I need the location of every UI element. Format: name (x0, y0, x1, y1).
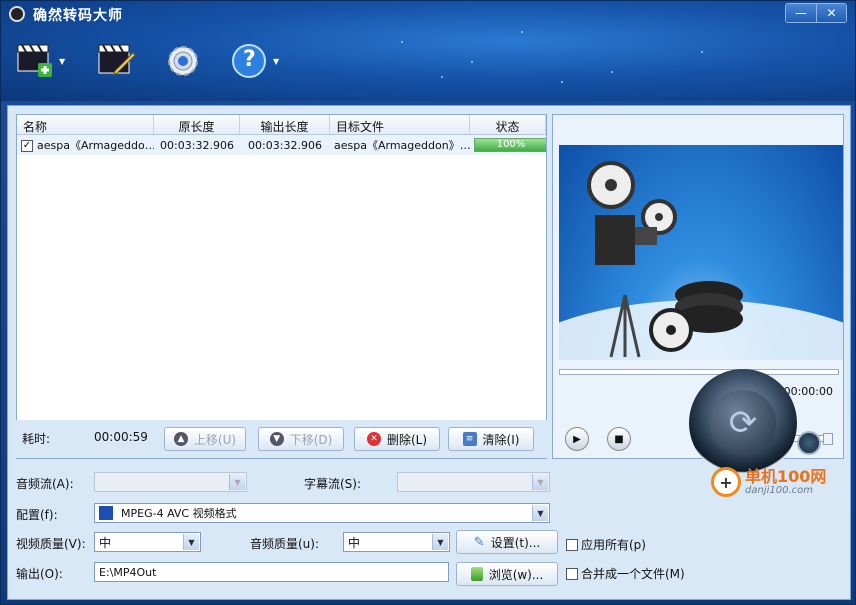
profile-value: MPEG-4 AVC 视频格式 (121, 507, 237, 520)
column-output-length[interactable]: 输出长度 (240, 115, 330, 134)
row-output-length: 00:03:32.906 (248, 138, 322, 152)
row-checkbox[interactable]: ✓ (21, 140, 33, 152)
folder-icon (470, 567, 483, 581)
film-add-icon (15, 41, 55, 81)
browse-button[interactable]: 浏览(w)... (456, 562, 558, 586)
merge-one-label: 合并成一个文件(M) (581, 567, 685, 581)
output-path-field[interactable]: E:\MP4Out (94, 562, 449, 582)
move-down-button[interactable]: ▼ 下移(D) (258, 427, 344, 451)
column-target-file[interactable]: 目标文件 (330, 115, 470, 134)
row-target: aespa《Armageddon》… (334, 139, 470, 152)
elapsed-value: 00:00:59 (94, 430, 148, 444)
wrench-icon: ✎ (473, 534, 485, 550)
help-glyph: ? (243, 47, 256, 72)
main-panel: 名称 原长度 输出长度 目标文件 状态 ✓ aespa《Armageddo… 00… (7, 105, 851, 600)
clear-button[interactable]: ≡ 清除(I) (448, 427, 534, 451)
row-source-length: 00:03:32.906 (160, 138, 234, 152)
subtitle-stream-select[interactable]: ▼ (397, 472, 550, 492)
video-quality-label: 视频质量(V): (16, 537, 86, 551)
watermark-url: danji100.com (745, 484, 813, 496)
chevron-up-icon: ▲ (173, 432, 188, 446)
audio-stream-select[interactable]: ▼ (94, 472, 247, 492)
clear-list-icon: ≡ (462, 432, 477, 446)
settings-button-label: 设置(t)... (490, 535, 541, 550)
merge-one-box[interactable] (566, 567, 578, 580)
chevron-down-icon: ▼ (183, 534, 199, 550)
status-progress-bar: 100% (474, 138, 546, 152)
apply-all-label: 应用所有(p) (581, 538, 646, 552)
move-up-label: 上移(U) (193, 432, 237, 447)
stop-button[interactable]: ■ (607, 427, 631, 451)
film-reel-logo-icon (9, 6, 25, 22)
edit-file-tool[interactable] (97, 41, 137, 81)
film-edit-icon (97, 41, 137, 81)
profile-select[interactable]: MPEG-4 AVC 视频格式 ▼ (94, 503, 550, 523)
play-icon: ▶ (573, 433, 581, 445)
chevron-down-icon[interactable]: ▼ (59, 57, 65, 66)
column-source-length[interactable]: 原长度 (154, 115, 240, 134)
output-path-value: E:\MP4Out (99, 565, 157, 579)
chevron-down-icon: ▼ (532, 505, 548, 521)
settings-tool[interactable] (163, 41, 203, 81)
column-name[interactable]: 名称 (17, 115, 154, 134)
delete-button[interactable]: ✕ 删除(L) (354, 427, 440, 451)
merge-one-checkbox[interactable]: 合并成一个文件(M) (566, 565, 685, 582)
volume-slider-handle[interactable] (823, 433, 833, 445)
film-format-icon (99, 506, 113, 520)
window-title: 确然转码大师 (33, 8, 123, 24)
subtitle-stream-label: 字幕流(S): (304, 477, 362, 491)
profile-label: 配置(f): (16, 508, 58, 522)
output-label: 输出(O): (16, 567, 63, 581)
title-toolbar-band: 确然转码大师 — ✕ ▼ ? ▼ (1, 1, 855, 101)
file-list-header: 名称 原长度 输出长度 目标文件 状态 (17, 115, 546, 135)
audio-quality-select[interactable]: 中 ▼ (343, 532, 450, 552)
list-footer: 耗时: 00:00:59 ▲ 上移(U) ▼ 下移(D) ✕ 删除(L) ≡ 清除(I) (16, 420, 547, 458)
browse-button-label: 浏览(w)... (488, 567, 544, 582)
settings-button[interactable]: ✎ 设置(t)... (456, 530, 558, 554)
seek-bar[interactable] (559, 369, 839, 375)
move-down-label: 下移(D) (289, 432, 333, 447)
audio-quality-value: 中 (348, 535, 361, 550)
app-window: 确然转码大师 — ✕ ▼ ? ▼ 名称 原长度 输出长度 目标文件 状态 ✓ a… (0, 0, 856, 605)
table-row[interactable]: ✓ aespa《Armageddo… 00:03:32.906 00:03:32.… (17, 135, 546, 155)
chevron-down-icon: ▼ (229, 474, 245, 490)
apply-all-box[interactable] (566, 538, 578, 551)
minimize-button[interactable]: — (786, 4, 816, 22)
apply-all-checkbox[interactable]: 应用所有(p) (566, 536, 646, 553)
clear-label: 清除(I) (482, 432, 520, 447)
row-name: aespa《Armageddo… (37, 139, 154, 152)
file-list: 名称 原长度 输出长度 目标文件 状态 ✓ aespa《Armageddo… 00… (16, 114, 547, 459)
stop-icon: ■ (614, 433, 624, 445)
stop-convert-button[interactable] (797, 431, 821, 455)
watermark: + 单机100网 danji100.com (711, 467, 826, 497)
move-up-button[interactable]: ▲ 上移(U) (164, 427, 246, 451)
refresh-icon: ⟳ (728, 403, 758, 443)
close-button[interactable]: ✕ (816, 4, 846, 22)
chevron-down-icon: ▼ (532, 474, 548, 490)
chevron-down-icon: ▼ (432, 534, 448, 550)
play-button[interactable]: ▶ (565, 427, 589, 451)
start-convert-button[interactable]: ⟳ (689, 369, 797, 477)
elapsed-label: 耗时: (22, 432, 51, 446)
window-controls: — ✕ (785, 3, 847, 23)
audio-quality-label: 音频质量(u): (250, 537, 320, 551)
delete-label: 删除(L) (386, 432, 428, 447)
chevron-down-icon[interactable]: ▼ (273, 57, 279, 66)
video-quality-select[interactable]: 中 ▼ (94, 532, 201, 552)
delete-icon: ✕ (366, 432, 381, 446)
help-icon: ? (229, 41, 269, 81)
audio-stream-label: 音频流(A): (16, 477, 74, 491)
watermark-brand: 单机100网 (745, 466, 827, 486)
video-quality-value: 中 (99, 535, 112, 550)
column-status[interactable]: 状态 (470, 115, 546, 134)
video-preview (559, 145, 843, 360)
help-tool[interactable]: ? ▼ (229, 41, 279, 81)
gear-icon (163, 41, 203, 81)
projector-illustration-icon (559, 161, 843, 360)
add-file-tool[interactable]: ▼ (15, 41, 65, 81)
chevron-down-icon: ▼ (269, 432, 284, 446)
watermark-logo-icon: + (711, 467, 741, 497)
